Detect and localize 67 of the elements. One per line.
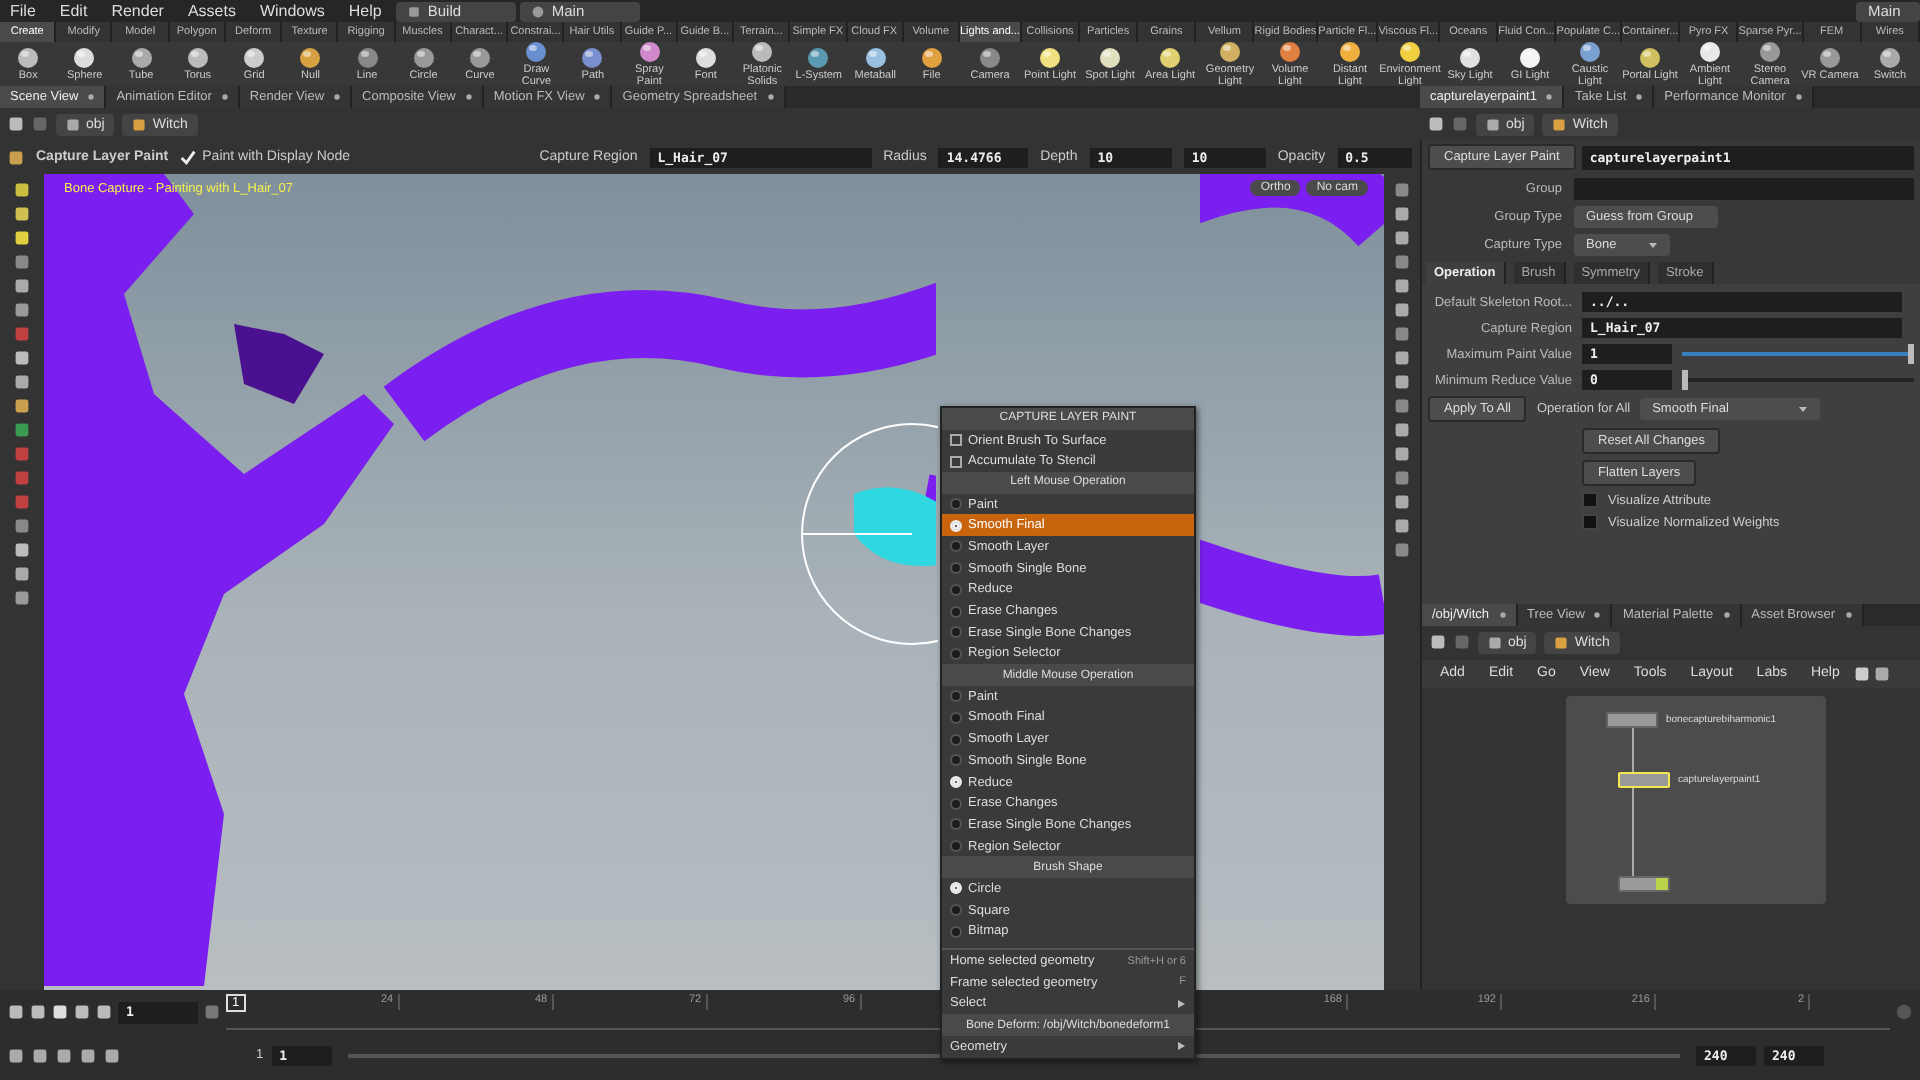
checkbox[interactable] bbox=[950, 434, 962, 447]
caret-icon bbox=[1648, 239, 1658, 249]
radio-button[interactable] bbox=[950, 626, 962, 639]
menu-item[interactable]: Edit bbox=[49, 2, 98, 20]
menu-item[interactable]: File bbox=[0, 2, 46, 20]
radio-button[interactable] bbox=[950, 925, 962, 938]
submenu-arrow-icon bbox=[1176, 997, 1186, 1010]
shelf-tool-icon bbox=[806, 45, 831, 70]
menu-item[interactable]: Render bbox=[101, 2, 174, 20]
radio-button[interactable] bbox=[950, 647, 962, 660]
shelf-tool-icon bbox=[863, 45, 888, 70]
radio-button[interactable] bbox=[950, 711, 962, 724]
shelf-tool-icon bbox=[1878, 45, 1902, 70]
shelf-tool-icon bbox=[355, 45, 380, 70]
shelf-tool-icon bbox=[129, 45, 154, 70]
shelf-tool-icon bbox=[411, 45, 436, 70]
shelf-tool-icon bbox=[1458, 45, 1482, 70]
menu-item[interactable]: Windows bbox=[249, 2, 335, 20]
shelf-tool-icon bbox=[1338, 42, 1362, 64]
checkmark-icon bbox=[180, 149, 197, 165]
checkbox[interactable] bbox=[1582, 514, 1598, 530]
radio-button[interactable] bbox=[950, 733, 962, 746]
slider-thumb[interactable] bbox=[1682, 370, 1688, 390]
shelf-tool-icon bbox=[1638, 45, 1662, 70]
menu-item[interactable]: Assets bbox=[177, 2, 246, 20]
shelf-tool-icon bbox=[978, 45, 1002, 70]
radio-button[interactable] bbox=[950, 797, 962, 810]
shelf-tool-icon bbox=[1698, 42, 1722, 64]
shelf-tool-icon bbox=[524, 42, 549, 64]
slider-thumb[interactable] bbox=[1908, 344, 1914, 364]
radio-button[interactable] bbox=[950, 540, 962, 553]
radio-button[interactable] bbox=[950, 562, 962, 575]
submenu-arrow-icon bbox=[1176, 1040, 1186, 1053]
shelf-tool-icon bbox=[1398, 42, 1422, 64]
radio-button[interactable] bbox=[950, 690, 962, 703]
shelf-tool-icon bbox=[1218, 42, 1242, 64]
shelf-tool-icon bbox=[1098, 45, 1122, 70]
menu-item[interactable]: Help bbox=[338, 2, 392, 20]
caret-icon bbox=[1798, 404, 1809, 414]
radio-button[interactable] bbox=[950, 754, 962, 767]
radio-button[interactable] bbox=[950, 904, 962, 917]
shelf-tool-icon bbox=[185, 45, 210, 70]
checkbox[interactable] bbox=[950, 455, 962, 468]
group-field[interactable] bbox=[1574, 177, 1914, 199]
shelf-tool-icon bbox=[72, 45, 97, 70]
radio-button[interactable] bbox=[950, 605, 962, 618]
shelf-tool-icon bbox=[1038, 45, 1062, 70]
radio-button[interactable] bbox=[950, 818, 962, 831]
shelf-tool-icon bbox=[1758, 42, 1782, 64]
shelf-tool-icon bbox=[693, 45, 718, 70]
radio-button[interactable] bbox=[950, 498, 962, 511]
shelf-tool-icon bbox=[637, 42, 662, 64]
radio-button[interactable] bbox=[950, 840, 962, 853]
radio-button[interactable] bbox=[950, 583, 962, 596]
shelf-tool-icon bbox=[242, 45, 267, 70]
shelf-tool-icon bbox=[919, 45, 944, 70]
shelf-tool-icon bbox=[1818, 45, 1842, 70]
shelf-tool-icon bbox=[298, 45, 323, 70]
shelf-tool-icon bbox=[1278, 42, 1302, 64]
shelf-tool-icon bbox=[580, 45, 605, 70]
checkbox[interactable] bbox=[1582, 492, 1598, 508]
shelf-tool-icon bbox=[1578, 42, 1602, 64]
shelf-tool-icon bbox=[16, 45, 41, 70]
shelf-tool-icon bbox=[467, 45, 492, 70]
shelf-tool-icon bbox=[1518, 45, 1542, 70]
shelf-tool-icon bbox=[1158, 45, 1182, 70]
shelf-tool-icon bbox=[750, 42, 775, 64]
